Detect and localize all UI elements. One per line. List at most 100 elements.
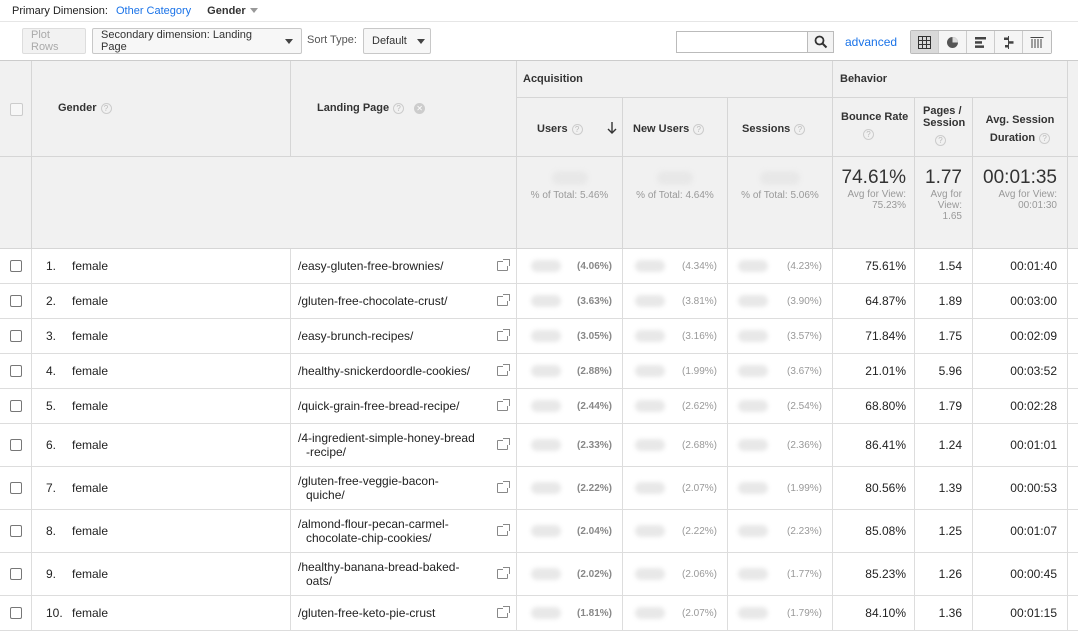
sessions-share: (3.90%) — [786, 295, 822, 307]
landing-page-link[interactable]: /easy-gluten-free-brownies/ — [298, 259, 493, 273]
help-icon[interactable]: ? — [393, 102, 405, 114]
header-new-users[interactable]: New Users? — [623, 98, 728, 157]
open-link-icon[interactable] — [497, 294, 510, 306]
totals-new-users-pct: % of Total: 4.64% — [636, 190, 714, 201]
header-pages-session[interactable]: Pages / Session ? — [915, 98, 973, 157]
pages-session-value: 1.39 — [938, 481, 962, 495]
view-comparison-button[interactable] — [995, 31, 1023, 53]
totals-pages-avg-label-2: View: — [937, 200, 962, 211]
pages-session-value: 1.26 — [938, 567, 962, 581]
view-pivot-button[interactable] — [1023, 31, 1051, 53]
row-checkbox[interactable] — [9, 482, 22, 494]
header-avg-session-duration[interactable]: Avg. Session Duration? — [973, 98, 1068, 157]
row-checkbox[interactable] — [9, 295, 22, 307]
row-checkbox[interactable] — [9, 568, 22, 580]
gender-value[interactable]: female — [72, 364, 108, 378]
gender-value[interactable]: female — [72, 481, 108, 495]
landing-page-link[interactable]: /gluten-free-chocolate-crust/ — [298, 294, 493, 308]
row-checkbox[interactable] — [9, 330, 22, 342]
gender-value[interactable]: female — [72, 438, 108, 452]
avg-duration-value: 00:02:09 — [1010, 329, 1057, 343]
header-sessions[interactable]: Sessions? — [728, 98, 833, 157]
open-link-icon[interactable] — [497, 481, 510, 493]
gender-value[interactable]: female — [72, 524, 108, 538]
view-pie-button[interactable] — [939, 31, 967, 53]
row-checkbox-cell — [0, 553, 32, 595]
bar-chart-icon — [975, 36, 986, 48]
open-link-icon[interactable] — [497, 567, 510, 579]
pages-session-value: 1.24 — [938, 438, 962, 452]
other-category-link[interactable]: Other Category — [116, 5, 191, 17]
landing-page-link[interactable]: /almond-flour-pecan-carmel-chocolate-chi… — [298, 517, 493, 545]
pages-session-value: 1.54 — [938, 259, 962, 273]
search-button[interactable] — [807, 31, 834, 53]
blurred-value — [531, 260, 561, 272]
new-users-share: (2.07%) — [681, 482, 717, 494]
row-checkbox[interactable] — [9, 525, 22, 537]
gender-value[interactable]: female — [72, 259, 108, 273]
gender-value[interactable]: female — [72, 294, 108, 308]
row-number: 1. — [46, 259, 57, 273]
open-link-icon[interactable] — [497, 259, 510, 271]
view-performance-button[interactable] — [967, 31, 995, 53]
landing-page-link[interactable]: /4-ingredient-simple-honey-bread -recipe/ — [298, 431, 493, 459]
select-all-checkbox[interactable] — [10, 103, 23, 116]
gender-value[interactable]: female — [72, 399, 108, 413]
gender-value[interactable]: female — [72, 606, 108, 620]
sessions-cell: (3.90%) — [728, 284, 833, 318]
row-number: 8. — [46, 524, 57, 538]
users-share: (2.02%) — [576, 568, 612, 580]
gender-value[interactable]: female — [72, 329, 108, 343]
open-link-icon[interactable] — [497, 364, 510, 376]
pages-session-value: 1.36 — [938, 606, 962, 620]
view-table-button[interactable] — [911, 31, 939, 53]
bounce-rate-cell: 80.56% — [833, 467, 915, 509]
landing-page-link[interactable]: /healthy-banana-bread-baked-oats/ — [298, 560, 493, 588]
landing-page-link[interactable]: /quick-grain-free-bread-recipe/ — [298, 399, 493, 413]
gender-dimension-selector[interactable]: Gender — [207, 5, 258, 17]
help-icon[interactable]: ? — [935, 135, 946, 146]
open-link-icon[interactable] — [497, 329, 510, 341]
sort-descending-icon[interactable] — [607, 122, 617, 134]
open-link-icon[interactable] — [497, 606, 510, 618]
bounce-rate-cell: 85.08% — [833, 510, 915, 552]
avg-duration-cell: 00:03:52 — [973, 354, 1068, 388]
plot-rows-button[interactable]: Plot Rows — [22, 28, 86, 54]
help-icon[interactable]: ? — [1039, 132, 1051, 144]
blurred-value — [531, 482, 561, 494]
open-link-icon[interactable] — [497, 524, 510, 536]
pages-session-value: 1.25 — [938, 524, 962, 538]
row-checkbox[interactable] — [9, 400, 22, 412]
row-checkbox[interactable] — [9, 260, 22, 272]
header-gender[interactable]: Gender? — [32, 61, 291, 157]
landing-page-text: /healthy-banana-bread-baked- — [298, 560, 460, 574]
help-icon[interactable]: ? — [571, 123, 583, 135]
landing-page-link[interactable]: /gluten-free-keto-pie-crust — [298, 606, 493, 620]
landing-page-link[interactable]: /healthy-snickerdoordle-cookies/ — [298, 364, 493, 378]
users-cell: (2.22%) — [517, 467, 623, 509]
users-share: (2.04%) — [576, 525, 612, 537]
row-checkbox[interactable] — [9, 607, 22, 619]
row-checkbox[interactable] — [9, 365, 22, 377]
new-users-cell: (2.62%) — [623, 389, 728, 423]
table-search-input[interactable] — [676, 31, 808, 53]
help-icon[interactable]: ? — [100, 102, 112, 114]
gender-value[interactable]: female — [72, 567, 108, 581]
help-icon[interactable]: ? — [693, 123, 705, 135]
header-users[interactable]: Users? — [517, 98, 623, 157]
secondary-dimension-dropdown[interactable]: Secondary dimension: Landing Page — [92, 28, 302, 54]
header-landing-page[interactable]: Landing Page? ✕ — [291, 61, 517, 157]
help-icon[interactable]: ? — [794, 123, 806, 135]
header-bounce-rate[interactable]: Bounce Rate ? — [833, 98, 915, 157]
landing-page-link[interactable]: /easy-brunch-recipes/ — [298, 329, 493, 343]
landing-page-link[interactable]: /gluten-free-veggie-bacon-quiche/ — [298, 474, 493, 502]
row-checkbox[interactable] — [9, 439, 22, 451]
row-checkbox-cell — [0, 284, 32, 318]
help-icon[interactable]: ? — [863, 129, 874, 140]
advanced-filter-link[interactable]: advanced — [845, 35, 897, 49]
open-link-icon[interactable] — [497, 438, 510, 450]
remove-dimension-icon[interactable]: ✕ — [414, 102, 426, 114]
landing-page-text: /gluten-free-veggie-bacon- — [298, 474, 439, 488]
open-link-icon[interactable] — [497, 399, 510, 411]
sort-type-dropdown[interactable]: Default — [363, 28, 431, 54]
